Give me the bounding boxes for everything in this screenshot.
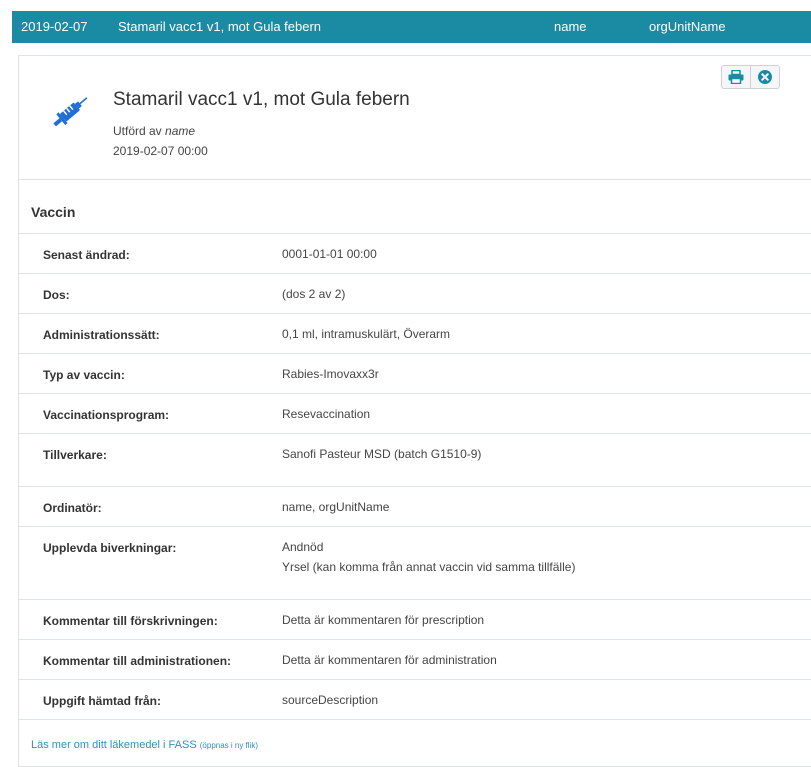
detail-row: Senast ändrad: 0001-01-01 00:00 [19, 234, 811, 274]
detail-row: Typ av vaccin: Rabies-Imovaxx3r [19, 354, 811, 394]
vaccination-details-panel: Stamaril vacc1 v1, mot Gula febern Utför… [18, 55, 811, 767]
top-bar[interactable]: 2019-02-07 Stamaril vacc1 v1, mot Gula f… [12, 11, 811, 43]
syringe-icon [53, 97, 88, 127]
detail-row: Vaccinationsprogram: Resevaccination [19, 394, 811, 434]
detail-value: (dos 2 av 2) [282, 287, 346, 301]
detail-label: Administrationssätt: [43, 328, 160, 342]
detail-row: Ordinatör: name, orgUnitName [19, 487, 811, 527]
detail-label: Ordinatör: [43, 501, 102, 515]
detail-value: 0,1 ml, intramuskulärt, Överarm [282, 327, 451, 341]
detail-label: Vaccinationsprogram: [43, 408, 170, 422]
print-button[interactable] [721, 65, 751, 89]
detail-value: name, orgUnitName [282, 500, 390, 514]
detail-row: Tillverkare: Sanofi Pasteur MSD (batch G… [19, 434, 811, 487]
close-icon [758, 70, 772, 84]
detail-label: Upplevda biverkningar: [43, 541, 177, 555]
close-button[interactable] [750, 65, 780, 89]
detail-value: sourceDescription [282, 693, 379, 707]
fass-link-note: (öppnas i ny flik) [199, 741, 258, 750]
vaccination-title: Stamaril vacc1 v1, mot Gula febern [113, 89, 410, 110]
detail-value: Andnöd [282, 540, 324, 554]
detail-value: Detta är kommentaren för prescription [282, 613, 485, 627]
detail-value: Rabies-Imovaxx3r [282, 367, 379, 381]
topbar-date: 2019-02-07 [21, 19, 88, 34]
detail-value: 0001-01-01 00:00 [282, 247, 377, 261]
print-icon [728, 70, 744, 84]
detail-label: Kommentar till förskrivningen: [43, 614, 218, 628]
detail-row: Administrationssätt: 0,1 ml, intramuskul… [19, 314, 811, 354]
detail-label: Dos: [43, 288, 70, 302]
detail-value: Yrsel (kan komma från annat vaccin vid s… [282, 560, 576, 574]
topbar-name: name [554, 19, 587, 34]
detail-label: Uppgift hämtad från: [43, 694, 161, 708]
topbar-title: Stamaril vacc1 v1, mot Gula febern [118, 19, 322, 34]
performed-by-label: Utförd av [113, 124, 162, 138]
detail-value: Detta är kommentaren för administration [282, 653, 497, 667]
section-title-vaccin: Vaccin [31, 204, 76, 220]
detail-row: Dos: (dos 2 av 2) [19, 274, 811, 314]
detail-row: Kommentar till förskrivningen: Detta är … [19, 600, 811, 640]
performed-by-value: name [165, 124, 196, 138]
detail-row: Kommentar till administrationen: Detta ä… [19, 640, 811, 680]
performed-by: Utförd av name [113, 124, 195, 138]
detail-row: Uppgift hämtad från: sourceDescription [19, 680, 811, 720]
fass-link[interactable]: Läs mer om ditt läkemedel i FASS (öppnas… [31, 739, 258, 751]
detail-label: Senast ändrad: [43, 248, 130, 262]
detail-value: Sanofi Pasteur MSD (batch G1510-9) [282, 447, 482, 461]
details-header: Stamaril vacc1 v1, mot Gula febern Utför… [19, 56, 811, 180]
topbar-org-unit: orgUnitName [649, 19, 726, 34]
fass-link-text[interactable]: Läs mer om ditt läkemedel i FASS [31, 739, 197, 751]
detail-value: Resevaccination [282, 407, 371, 421]
detail-label: Typ av vaccin: [43, 368, 125, 382]
vaccination-datetime: 2019-02-07 00:00 [113, 144, 208, 158]
detail-label: Kommentar till administrationen: [43, 654, 232, 668]
detail-row: Upplevda biverkningar: Andnöd Yrsel (kan… [19, 527, 811, 600]
detail-label: Tillverkare: [43, 448, 107, 462]
